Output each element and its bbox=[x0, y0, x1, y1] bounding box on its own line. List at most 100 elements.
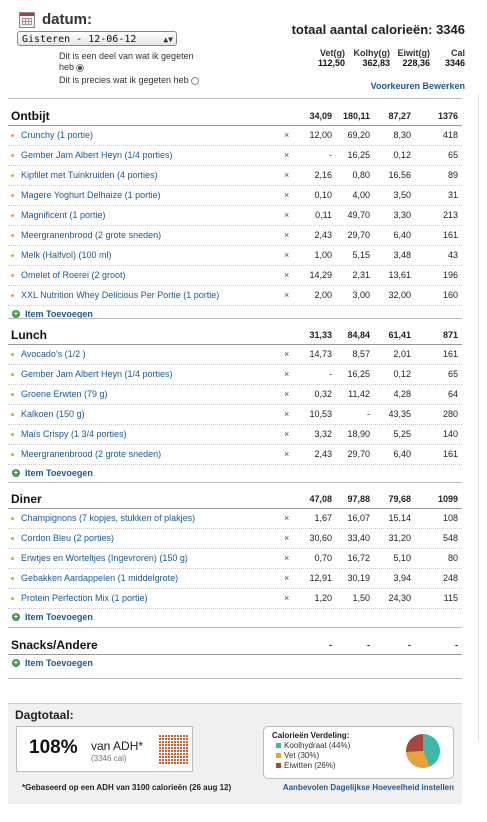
food-protein: 2,01 bbox=[393, 349, 411, 359]
distribution-title: Calorieën Verdeling: bbox=[272, 731, 350, 740]
remove-item-icon[interactable]: × bbox=[284, 369, 289, 379]
food-item-link[interactable]: Gember Jam Albert Heyn (1/4 porties) bbox=[21, 150, 173, 160]
food-item-link[interactable]: Erwtjes en Worteltjes (Ingevroren) (150 … bbox=[21, 553, 188, 563]
remove-item-icon[interactable]: × bbox=[284, 230, 289, 240]
add-item-button[interactable]: + Item Toevoegen bbox=[8, 465, 462, 483]
food-cal: 548 bbox=[442, 533, 458, 543]
food-row: Cordon Bleu (2 porties) × 30,60 33,40 31,20 5… bbox=[8, 529, 462, 549]
remove-item-icon[interactable]: × bbox=[284, 349, 289, 359]
food-cal: 418 bbox=[442, 130, 458, 140]
remove-item-icon[interactable]: × bbox=[284, 210, 289, 220]
food-item-link[interactable]: Melk (Halfvol) (100 ml) bbox=[21, 250, 112, 260]
add-item-button[interactable]: + Item Toevoegen bbox=[8, 655, 462, 673]
food-item-link[interactable]: Omelet of Roerei (2 groot) bbox=[21, 270, 126, 280]
totals-summary: Vet(g) Kolhy(g) Eiwit(g) Cal 112,50 362,… bbox=[305, 48, 465, 68]
remove-item-icon[interactable]: × bbox=[284, 290, 289, 300]
distribution-pie-chart bbox=[406, 734, 440, 768]
bullet-icon bbox=[11, 294, 14, 297]
remove-item-icon[interactable]: × bbox=[284, 593, 289, 603]
food-row: Kipfilet met Tuinkruiden (4 porties) × 2,1… bbox=[8, 166, 462, 186]
daily-total-title: Dagtotaal: bbox=[15, 708, 74, 722]
add-item-label: Item Toevoegen bbox=[25, 612, 93, 622]
food-item-link[interactable]: Gember Jam Albert Heyn (1/4 porties) bbox=[21, 369, 173, 379]
food-fat: 1,67 bbox=[314, 513, 332, 523]
remove-item-icon[interactable]: × bbox=[284, 150, 289, 160]
food-cal: 280 bbox=[442, 409, 458, 419]
meal-total-fat: 34,09 bbox=[309, 111, 332, 121]
remove-item-icon[interactable]: × bbox=[284, 130, 289, 140]
remove-item-icon[interactable]: × bbox=[284, 409, 289, 419]
food-carbs: 16,25 bbox=[347, 369, 370, 379]
food-item-link[interactable]: Kalkoen (150 g) bbox=[21, 409, 85, 419]
food-protein: 32,00 bbox=[388, 290, 411, 300]
food-cal: 213 bbox=[442, 210, 458, 220]
food-protein: 0,12 bbox=[393, 369, 411, 379]
food-protein: 31,20 bbox=[388, 533, 411, 543]
remove-item-icon[interactable]: × bbox=[284, 190, 289, 200]
calendar-icon[interactable] bbox=[19, 12, 35, 28]
food-fat: 12,00 bbox=[309, 130, 332, 140]
food-row: Avocado's (1/2 ) × 14,73 8,57 2,01 161 bbox=[8, 345, 462, 365]
add-item-button[interactable]: + Item Toevoegen bbox=[8, 609, 462, 627]
remove-item-icon[interactable]: × bbox=[284, 270, 289, 280]
food-protein: 5,10 bbox=[393, 553, 411, 563]
food-carbs: 29,70 bbox=[347, 230, 370, 240]
food-item-link[interactable]: Protein Perfection Mix (1 portie) bbox=[21, 593, 148, 603]
food-fat: 3,32 bbox=[314, 429, 332, 439]
food-item-link[interactable]: Cordon Bleu (2 porties) bbox=[21, 533, 114, 543]
remove-item-icon[interactable]: × bbox=[284, 250, 289, 260]
food-item-link[interactable]: Maïs Crispy (1 3/4 porties) bbox=[21, 429, 127, 439]
plus-icon: + bbox=[12, 309, 20, 318]
remove-item-icon[interactable]: × bbox=[284, 573, 289, 583]
remove-item-icon[interactable]: × bbox=[284, 170, 289, 180]
radio-partial-button[interactable] bbox=[76, 63, 85, 72]
radio-exact-button[interactable] bbox=[190, 76, 199, 85]
meal-total-carbs: 84,84 bbox=[347, 330, 370, 340]
adh-box: 108% van ADH* (3346 cal) bbox=[16, 726, 193, 772]
add-item-button[interactable]: + Item Toevoegen bbox=[8, 306, 462, 324]
remove-item-icon[interactable]: × bbox=[284, 533, 289, 543]
food-item-link[interactable]: Groene Erwten (79 g) bbox=[21, 389, 108, 399]
food-item-link[interactable]: Meergranenbrood (2 grote sneden) bbox=[21, 449, 161, 459]
food-item-link[interactable]: Champignons (7 kopjes, stukken of plakje… bbox=[21, 513, 195, 523]
food-cal: 161 bbox=[442, 349, 458, 359]
food-item-link[interactable]: Kipfilet met Tuinkruiden (4 porties) bbox=[21, 170, 158, 180]
food-cal: 89 bbox=[447, 170, 458, 180]
food-item-link[interactable]: Gebakken Aardappelen (1 middelgrote) bbox=[21, 573, 178, 583]
food-row: Erwtjes en Worteltjes (Ingevroren) (150 … bbox=[8, 549, 462, 569]
food-protein: 43,35 bbox=[388, 409, 411, 419]
meal-section-ontbijt: Ontbijt 34,09 180,11 87,27 1376 Crunchy (1 po… bbox=[8, 107, 462, 324]
total-fat: 112,50 bbox=[317, 58, 345, 68]
bullet-icon bbox=[11, 517, 14, 520]
bullet-icon bbox=[11, 254, 14, 257]
radio-exact-option[interactable]: Dit is precies wat ik gegeten heb bbox=[59, 75, 199, 85]
bullet-icon bbox=[11, 194, 14, 197]
food-item-link[interactable]: Crunchy (1 portie) bbox=[21, 130, 93, 140]
remove-item-icon[interactable]: × bbox=[284, 553, 289, 563]
set-recommended-link[interactable]: Aanbevolen Dagelijkse Hoeveelheid instel… bbox=[279, 782, 454, 793]
remove-item-icon[interactable]: × bbox=[284, 449, 289, 459]
food-carbs: 11,42 bbox=[348, 389, 370, 399]
radio-partial-option[interactable]: heb bbox=[59, 62, 85, 72]
remove-item-icon[interactable]: × bbox=[284, 429, 289, 439]
food-cal: 140 bbox=[442, 429, 458, 439]
date-select[interactable]: Gisteren - 12-06-12 ▲▼ bbox=[17, 31, 177, 46]
meal-total-cal: 1376 bbox=[437, 111, 458, 121]
food-protein: 8,30 bbox=[393, 130, 411, 140]
remove-item-icon[interactable]: × bbox=[284, 389, 289, 399]
food-item-link[interactable]: Avocado's (1/2 ) bbox=[21, 349, 86, 359]
food-item-link[interactable]: Magnificent (1 portie) bbox=[21, 210, 106, 220]
food-item-link[interactable]: Meergranenbrood (2 grote sneden) bbox=[21, 230, 161, 240]
remove-item-icon[interactable]: × bbox=[284, 513, 289, 523]
food-carbs: - bbox=[367, 409, 370, 419]
total-carbs: 362,83 bbox=[362, 58, 390, 68]
food-row: Melk (Halfvol) (100 ml) × 1,00 5,15 3,48 43 bbox=[8, 246, 462, 266]
food-item-link[interactable]: XXL Nutrition Whey Delicious Per Portie … bbox=[21, 290, 219, 300]
bullet-icon bbox=[11, 373, 14, 376]
bullet-icon bbox=[11, 597, 14, 600]
food-item-link[interactable]: Magere Yoghurt Delhaize (1 portie) bbox=[21, 190, 161, 200]
food-protein: 24,30 bbox=[388, 593, 411, 603]
food-fat: 1,00 bbox=[314, 250, 332, 260]
preferences-link[interactable]: Voorkeuren Bewerken bbox=[371, 81, 465, 91]
food-fat: 0,70 bbox=[314, 553, 332, 563]
